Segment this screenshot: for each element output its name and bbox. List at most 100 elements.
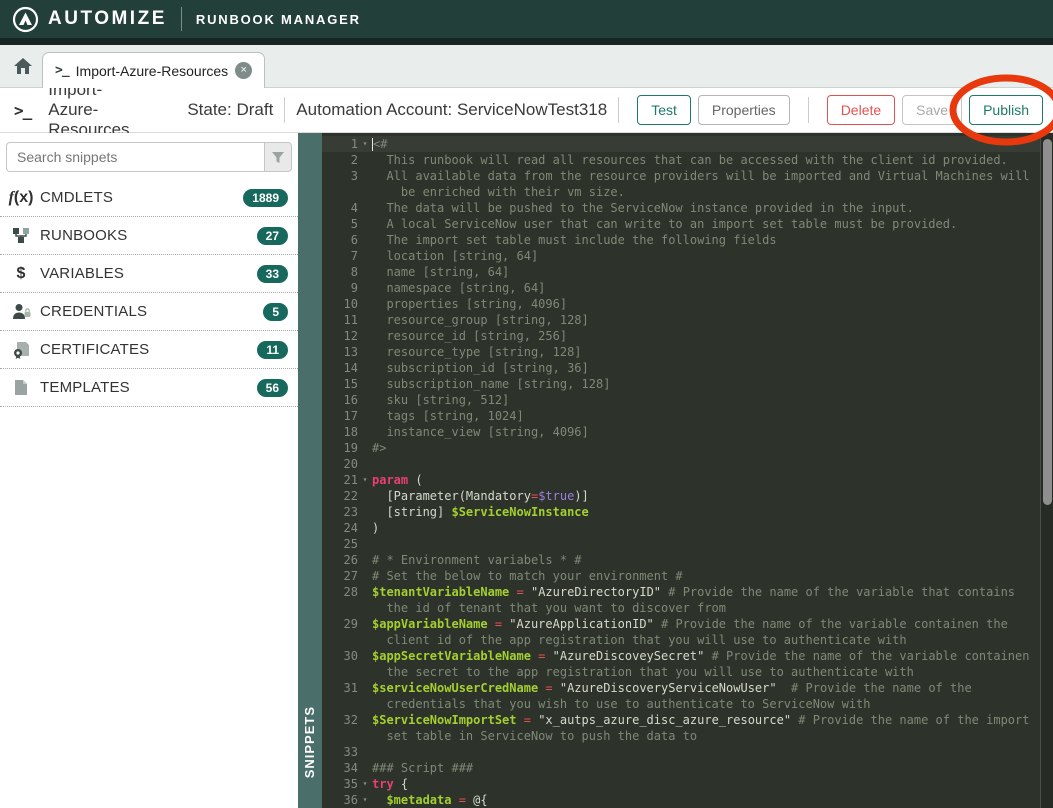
line-number: 13 [343, 345, 358, 359]
code-line[interactable]: 3 All available data from the resource p… [322, 168, 1053, 184]
code-line[interactable]: 26 # * Environment variabels * # [322, 552, 1053, 568]
properties-button[interactable]: Properties [697, 95, 790, 125]
editor-scrollbar[interactable] [1040, 133, 1053, 808]
delete-button[interactable]: Delete [826, 95, 896, 125]
sidebar-item-runbooks[interactable]: RUNBOOKS 27 [0, 217, 298, 255]
code-line[interactable]: 8 name [string, 64] [322, 264, 1053, 280]
code-text: ### Script ### [372, 761, 474, 775]
code-line[interactable]: credentials that you wish to use to auth… [322, 696, 1053, 712]
test-button[interactable]: Test [637, 95, 691, 125]
line-number: 18 [343, 425, 358, 439]
fold-arrow-icon[interactable]: ▾ [358, 136, 372, 152]
filter-button[interactable] [264, 142, 292, 172]
code-line[interactable]: 20 [322, 456, 1053, 472]
sidebar-item-label: VARIABLES [40, 265, 125, 282]
code-line[interactable]: 2 This runbook will read all resources t… [322, 152, 1053, 168]
line-number: 28 [343, 585, 358, 599]
code-line[interactable]: 29 $appVariableName = "AzureApplicationID… [322, 616, 1053, 632]
fold-arrow-icon[interactable]: ▾ [358, 472, 372, 488]
line-number [322, 664, 358, 680]
code-text: <# [372, 137, 388, 151]
code-line[interactable]: 4 The data will be pushed to the Service… [322, 200, 1053, 216]
code-line[interactable]: 21 ▾ param ( [322, 472, 1053, 488]
code-text: All available data from the resource pro… [372, 169, 1030, 183]
home-icon [14, 58, 32, 74]
fold-arrow-icon [358, 504, 372, 520]
code-line[interactable]: 28 $tenantVariableName = "AzureDirectoryI… [322, 584, 1053, 600]
line-number: 14 [343, 361, 358, 375]
code-line[interactable]: 6 The import set table must include the … [322, 232, 1053, 248]
code-text: # Set the below to match your environmen… [372, 569, 683, 583]
code-line[interactable]: client id of the app registration that y… [322, 632, 1053, 648]
code-line[interactable]: the id of tenant that you want to discov… [322, 600, 1053, 616]
code-line[interactable]: 34 ### Script ### [322, 760, 1053, 776]
code-line[interactable]: set table in ServiceNow to push the data… [322, 728, 1053, 744]
code-line[interactable]: 17 tags [string, 1024] [322, 408, 1053, 424]
code-line[interactable]: 12 resource_id [string, 256] [322, 328, 1053, 344]
code-editor[interactable]: 1 ▾ <# 2 This runbook will read all resourc… [322, 133, 1053, 808]
code-line[interactable]: 18 instance_view [string, 4096] [322, 424, 1053, 440]
code-line[interactable]: 36 ▾ $metadata = @{ [322, 792, 1053, 808]
code-line[interactable]: 32 $ServiceNowImportSet = "x_autps_azure_… [322, 712, 1053, 728]
sidebar-item-credentials[interactable]: CREDENTIALS 5 [0, 293, 298, 331]
tab-label: Import-Azure-Resources [75, 62, 229, 79]
sidebar-item-variables[interactable]: $ VARIABLES 33 [0, 255, 298, 293]
snippets-panel-strip[interactable]: SNIPPETS [298, 133, 322, 808]
code-line[interactable]: 25 [322, 536, 1053, 552]
fold-arrow-icon [358, 760, 372, 776]
fold-arrow-icon[interactable]: ▾ [358, 792, 372, 808]
code-line[interactable]: the secret to the app registration that … [322, 664, 1053, 680]
runbook-title: Import-Azure-Resources [48, 80, 130, 139]
code-line[interactable]: 27 # Set the below to match your environm… [322, 568, 1053, 584]
fold-arrow-icon [358, 248, 372, 264]
function-icon: f (x) [8, 188, 34, 206]
sidebar-item-cmdlets[interactable]: f (x) CMDLETS 1889 [0, 179, 298, 217]
line-number: 23 [343, 505, 358, 519]
code-line[interactable]: 10 properties [string, 4096] [322, 296, 1053, 312]
code-line[interactable]: 22 [Parameter(Mandatory=$true)] [322, 488, 1053, 504]
code-line[interactable]: 16 sku [string, 512] [322, 392, 1053, 408]
code-text: subscription_name [string, 128] [372, 377, 611, 391]
home-button[interactable] [8, 51, 38, 81]
tab-import-azure-resources[interactable]: >_ Import-Azure-Resources × [42, 52, 266, 88]
code-line[interactable]: 14 subscription_id [string, 36] [322, 360, 1053, 376]
code-line[interactable]: 35 ▾ try { [322, 776, 1053, 792]
line-number: 16 [343, 393, 358, 407]
code-line[interactable]: 24) [322, 520, 1053, 536]
code-line[interactable]: 30 $appSecretVariableName = "AzureDiscove… [322, 648, 1053, 664]
publish-button[interactable]: Publish [969, 95, 1043, 125]
code-line[interactable]: 19 #> [322, 440, 1053, 456]
scrollbar-thumb[interactable] [1043, 139, 1052, 505]
code-line[interactable]: 15 subscription_name [string, 128] [322, 376, 1053, 392]
code-line[interactable]: 13 resource_type [string, 128] [322, 344, 1053, 360]
sidebar-item-label: CERTIFICATES [40, 341, 150, 358]
line-number: 33 [343, 745, 358, 759]
code-text: $metadata = @{ [386, 793, 488, 807]
line-number: 4 [350, 201, 358, 215]
sidebar-item-templates[interactable]: TEMPLATES 56 [0, 369, 298, 407]
fold-arrow-icon [358, 152, 372, 168]
code-text: client id of the app registration that y… [372, 633, 907, 647]
line-number: 31 [343, 681, 358, 695]
search-input[interactable] [6, 142, 264, 172]
code-line[interactable]: 5 A local ServiceNow user that can write… [322, 216, 1053, 232]
code-lines: 1 ▾ <# 2 This runbook will read all resourc… [322, 136, 1053, 808]
count-badge: 27 [256, 226, 288, 245]
code-line[interactable]: 11 resource_group [string, 128] [322, 312, 1053, 328]
fold-arrow-icon [358, 728, 372, 744]
code-line[interactable]: 9 namespace [string, 64] [322, 280, 1053, 296]
tab-close-icon[interactable]: × [235, 62, 253, 79]
line-number: 27 [343, 569, 358, 583]
code-line[interactable]: 31 $serviceNowUserCredName = "AzureDiscov… [322, 680, 1053, 696]
line-number: 7 [350, 249, 358, 263]
save-button[interactable]: Save [902, 95, 963, 125]
line-number: 20 [343, 457, 358, 471]
sidebar-item-certificates[interactable]: CERTIFICATES 11 [0, 331, 298, 369]
variable-icon: $ [16, 264, 26, 282]
code-line[interactable]: 1 ▾ <# [322, 136, 1053, 152]
code-line[interactable]: 7 location [string, 64] [322, 248, 1053, 264]
fold-arrow-icon[interactable]: ▾ [358, 776, 372, 792]
code-line[interactable]: be enriched with their vm size. [322, 184, 1053, 200]
code-line[interactable]: 33 [322, 744, 1053, 760]
code-line[interactable]: 23 [string] $ServiceNowInstance [322, 504, 1053, 520]
